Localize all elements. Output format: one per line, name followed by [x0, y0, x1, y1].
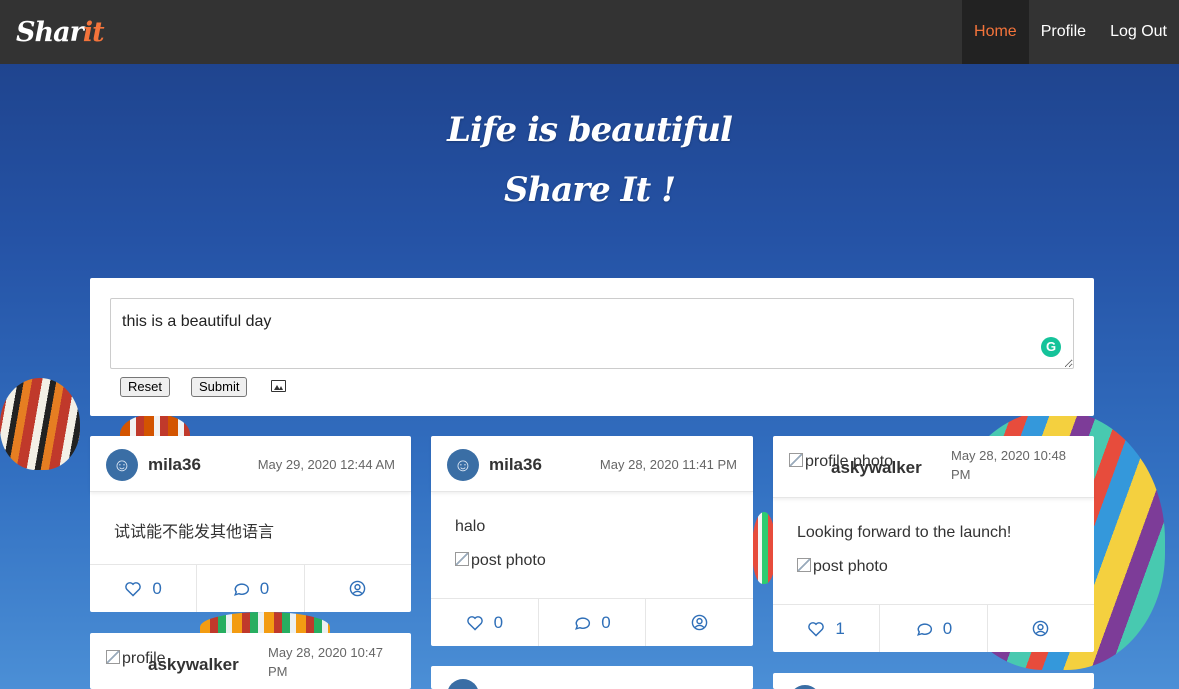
profile-button[interactable] — [988, 605, 1094, 652]
post-photo-alt: post photo — [471, 552, 546, 569]
timestamp-line-2: PM — [951, 467, 971, 482]
heart-icon — [466, 615, 483, 631]
broken-image-icon — [797, 558, 811, 572]
timestamp-line-2: PM — [268, 664, 288, 679]
post-header: ☺ mila36 May 28, 2020 11:41 PM — [431, 436, 753, 492]
broken-image-icon — [455, 552, 469, 566]
like-count: 0 — [493, 612, 504, 632]
post-actions: 0 0 — [90, 564, 411, 612]
like-count: 0 — [152, 578, 162, 598]
post-composer: G Reset Submit — [90, 278, 1094, 416]
profile-button[interactable] — [646, 599, 753, 646]
comment-button[interactable]: 0 — [539, 599, 647, 646]
profile-button[interactable] — [305, 565, 411, 612]
image-upload-icon[interactable] — [271, 380, 286, 392]
post-photo: post photo — [797, 558, 1070, 576]
comment-count: 0 — [942, 618, 953, 638]
post-username[interactable]: askywalker — [831, 458, 922, 478]
like-button[interactable]: 0 — [431, 599, 539, 646]
comment-count: 0 — [259, 578, 270, 598]
post-card: profile askywalker May 28, 2020 10:47 PM — [90, 633, 411, 689]
post-text: Looking forward to the launch! — [797, 524, 1012, 541]
heart-icon — [808, 621, 825, 637]
hero-line-2: Share It ! — [503, 170, 676, 210]
timestamp-line-1: May 28, 2020 10:47 — [268, 645, 383, 660]
post-card: ☺ — [431, 666, 753, 689]
post-card: ☺ — [773, 673, 1094, 689]
comment-button[interactable]: 0 — [880, 605, 988, 652]
timestamp-line-1: May 28, 2020 10:48 — [951, 448, 1066, 463]
post-actions: 1 0 — [773, 604, 1094, 652]
nav-profile-link[interactable]: Profile — [1029, 0, 1098, 64]
post-timestamp: May 29, 2020 12:44 AM — [257, 457, 395, 472]
post-card: ☺ mila36 May 29, 2020 12:44 AM 试试能不能发其他语… — [90, 436, 411, 612]
post-timestamp: May 28, 2020 11:41 PM — [599, 457, 737, 472]
navbar: Sharit Home Profile Log Out — [0, 0, 1179, 64]
post-header: profile askywalker May 28, 2020 10:47 PM — [90, 633, 411, 689]
broken-image-icon — [789, 453, 803, 467]
user-circle-icon — [1033, 620, 1049, 637]
grammarly-icon[interactable]: G — [1041, 337, 1061, 357]
post-text: halo — [455, 518, 486, 535]
avatar[interactable]: ☺ — [106, 449, 138, 481]
avatar[interactable]: ☺ — [789, 685, 821, 689]
post-actions: 0 0 — [431, 598, 753, 646]
nav-menu: Home Profile Log Out — [962, 0, 1179, 64]
comment-button[interactable]: 0 — [197, 565, 305, 612]
comment-icon — [575, 616, 591, 630]
post-timestamp: May 28, 2020 10:48 PM — [951, 446, 1066, 484]
hero: Life is beautiful Share It ! — [0, 100, 1179, 220]
post-textarea[interactable] — [110, 298, 1074, 369]
submit-button[interactable]: Submit — [191, 377, 248, 397]
brand-main: Shar — [16, 16, 84, 48]
like-button[interactable]: 1 — [773, 605, 881, 652]
post-card: profile photo askywalker May 28, 2020 10… — [773, 436, 1094, 652]
comment-count: 0 — [601, 612, 611, 632]
post-text: 试试能不能发其他语言 — [114, 524, 275, 541]
heart-icon — [125, 581, 142, 597]
post-header: profile photo askywalker May 28, 2020 10… — [773, 436, 1094, 498]
user-circle-icon — [350, 580, 366, 597]
post-header: ☺ mila36 May 29, 2020 12:44 AM — [90, 436, 411, 492]
post-body: Looking forward to the launch! post phot… — [773, 498, 1094, 602]
broken-image-icon — [106, 650, 120, 664]
post-photo-alt: post photo — [813, 558, 888, 575]
like-button[interactable]: 0 — [90, 565, 198, 612]
balloon-decoration — [0, 378, 80, 470]
post-username[interactable]: mila36 — [489, 455, 542, 475]
reset-button[interactable]: Reset — [120, 377, 170, 397]
avatar[interactable]: ☺ — [447, 449, 479, 481]
post-body: halo post photo — [431, 492, 753, 596]
nav-logout-link[interactable]: Log Out — [1098, 0, 1179, 64]
comment-icon — [233, 582, 249, 596]
nav-home-link[interactable]: Home — [962, 0, 1029, 64]
brand-logo[interactable]: Sharit — [16, 16, 105, 48]
brand-accent: it — [82, 16, 105, 48]
post-username[interactable]: askywalker — [148, 655, 239, 675]
like-count: 1 — [835, 618, 845, 638]
post-photo: post photo — [455, 552, 729, 570]
hero-line-1: Life is beautiful — [447, 110, 733, 150]
comment-icon — [916, 622, 932, 636]
post-timestamp: May 28, 2020 10:47 PM — [268, 643, 383, 681]
post-card: ☺ mila36 May 28, 2020 11:41 PM halo post… — [431, 436, 753, 646]
user-circle-icon — [691, 614, 708, 631]
post-username[interactable]: mila36 — [148, 455, 201, 475]
avatar[interactable]: ☺ — [447, 679, 479, 689]
